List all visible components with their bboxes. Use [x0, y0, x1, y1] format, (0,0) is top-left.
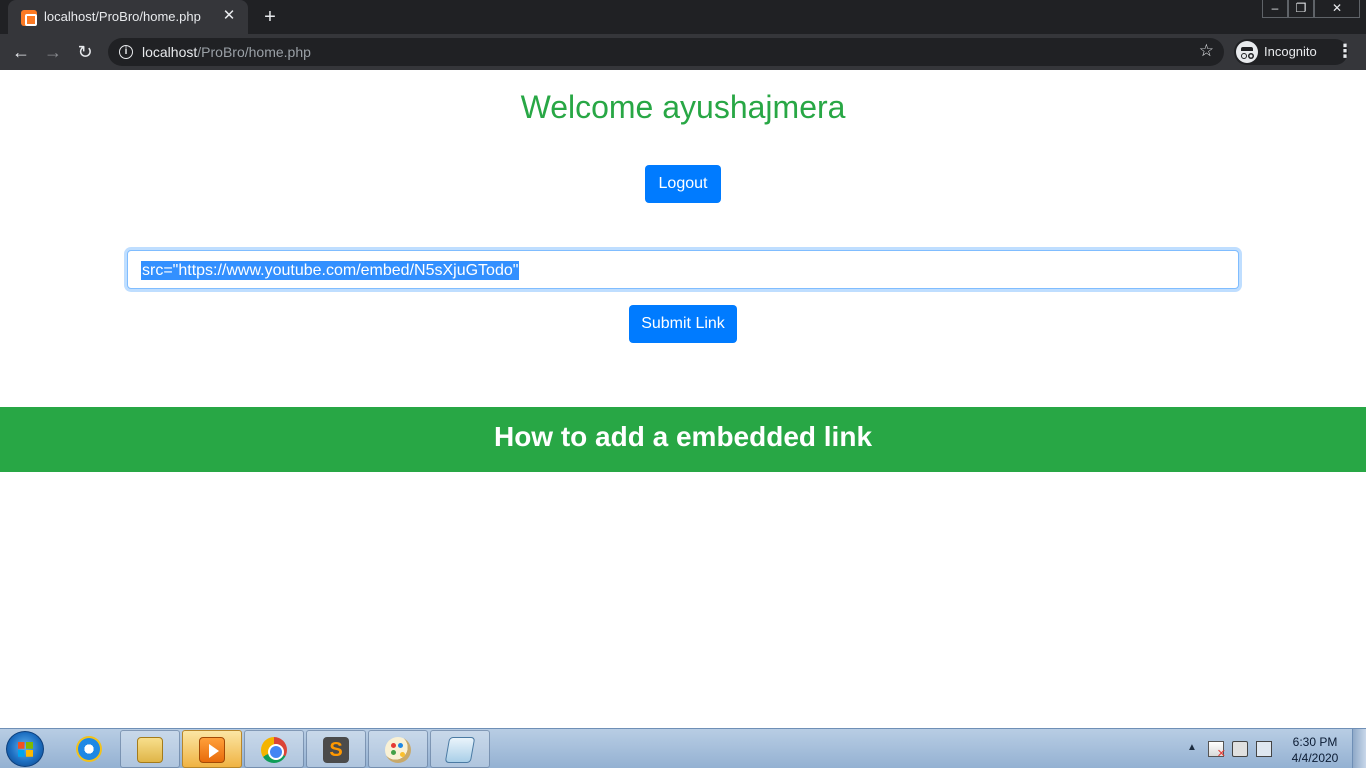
url-host: localhost — [142, 44, 198, 60]
browser-toolbar: ← → ↻ i localhost/ProBro/home.php ☆ Inco… — [0, 34, 1366, 70]
internet-explorer-icon — [76, 736, 102, 762]
new-tab-icon[interactable]: + — [260, 5, 280, 29]
logout-button[interactable]: Logout — [645, 165, 721, 203]
browser-menu-icon[interactable]: ⋮ — [1336, 40, 1354, 64]
paint-palette-icon — [385, 737, 411, 763]
folder-icon — [137, 737, 163, 763]
incognito-icon — [1236, 41, 1258, 63]
show-desktop-button[interactable] — [1352, 729, 1366, 768]
page-content: Welcome ayushajmera Logout src="https://… — [0, 70, 1366, 728]
browser-title-bar: localhost/ProBro/home.php ✕ + – ❐ ✕ — [0, 0, 1366, 34]
media-player-icon — [199, 737, 225, 763]
taskbar-media-player[interactable] — [182, 730, 242, 768]
taskbar-chrome[interactable] — [244, 730, 304, 768]
forward-arrow-icon[interactable]: → — [41, 40, 65, 64]
bookmark-star-icon[interactable]: ☆ — [1199, 41, 1214, 61]
welcome-heading: Welcome ayushajmera — [520, 89, 846, 125]
taskbar-paint[interactable] — [368, 730, 428, 768]
browser-tab[interactable]: localhost/ProBro/home.php ✕ — [8, 0, 248, 34]
banner-heading: How to add a embedded link — [493, 421, 873, 452]
power-icon[interactable] — [1232, 741, 1248, 757]
system-clock[interactable]: 6:30 PM 4/4/2020 — [1280, 734, 1350, 766]
url-path: /ProBro/home.php — [197, 44, 311, 60]
xampp-favicon-icon — [21, 10, 37, 26]
instructions-banner: How to add a embedded link — [0, 407, 1366, 472]
network-icon[interactable] — [1256, 741, 1272, 757]
start-button-icon[interactable] — [6, 731, 44, 767]
incognito-badge[interactable]: Incognito — [1234, 39, 1348, 65]
tab-close-icon[interactable]: ✕ — [220, 6, 238, 26]
clock-date: 4/4/2020 — [1291, 751, 1339, 765]
taskbar-notepad[interactable] — [430, 730, 490, 768]
site-info-icon[interactable]: i — [119, 45, 133, 59]
close-window-button[interactable]: ✕ — [1314, 0, 1360, 18]
tab-title: localhost/ProBro/home.php — [44, 9, 201, 24]
notepad-icon — [444, 737, 476, 763]
taskbar-file-explorer[interactable] — [120, 730, 180, 768]
restore-button[interactable]: ❐ — [1288, 0, 1314, 18]
chrome-icon — [261, 737, 287, 763]
show-hidden-icons-icon[interactable]: ▲ — [1186, 742, 1198, 754]
reload-icon[interactable]: ↻ — [73, 40, 97, 64]
taskbar-internet-explorer[interactable] — [60, 730, 120, 768]
incognito-label: Incognito — [1264, 44, 1317, 59]
url-text[interactable]: localhost/ProBro/home.php — [142, 44, 311, 60]
taskbar: ▲ 6:30 PM 4/4/2020 — [0, 728, 1366, 768]
submit-link-button[interactable]: Submit Link — [629, 305, 737, 343]
sublime-text-icon — [323, 737, 349, 763]
address-bar[interactable]: i localhost/ProBro/home.php ☆ — [108, 38, 1224, 66]
minimize-button[interactable]: – — [1262, 0, 1288, 18]
embed-link-value: src="https://www.youtube.com/embed/N5sXj… — [141, 261, 520, 280]
back-arrow-icon[interactable]: ← — [9, 40, 33, 64]
action-center-flag-icon[interactable] — [1208, 741, 1226, 760]
embed-link-input[interactable]: src="https://www.youtube.com/embed/N5sXj… — [127, 250, 1239, 289]
taskbar-sublime-text[interactable] — [306, 730, 366, 768]
window-controls: – ❐ ✕ — [1262, 0, 1360, 18]
clock-time: 6:30 PM — [1292, 735, 1338, 749]
